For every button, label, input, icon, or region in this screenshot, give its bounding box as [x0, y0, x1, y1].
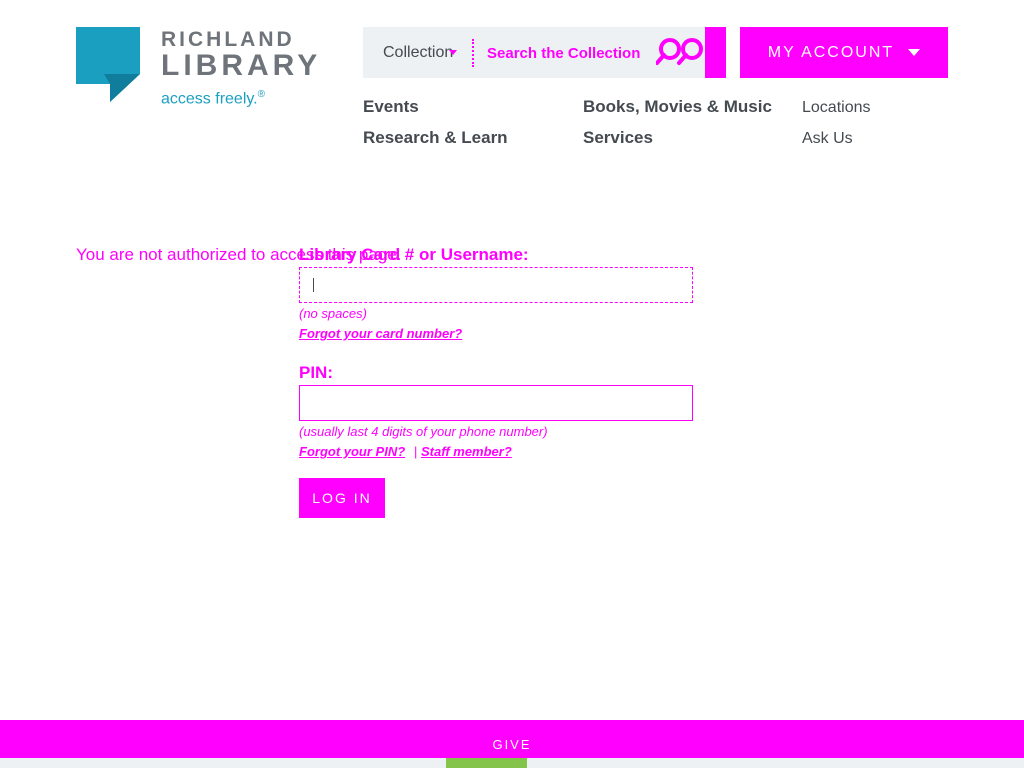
library-logo-icon — [76, 27, 140, 102]
search-scope-label: Collection — [383, 44, 454, 61]
nav-books-movies-music[interactable]: Books, Movies & Music — [583, 97, 772, 117]
text-cursor — [313, 278, 314, 292]
search-scope-select[interactable]: Collection — [383, 44, 458, 62]
nav-services[interactable]: Services — [583, 128, 653, 148]
card-number-label: Library Card # or Username: — [299, 245, 529, 264]
library-logo[interactable]: RICHLAND LIBRARY access freely.® — [76, 27, 326, 117]
give-accent — [446, 758, 527, 768]
forgot-pin-link[interactable]: Forgot your PIN? — [299, 444, 405, 459]
search-input[interactable] — [487, 41, 647, 65]
pin-label: PIN: — [299, 363, 333, 382]
give-label[interactable]: GIVE — [0, 737, 1024, 752]
my-account-label: MY ACCOUNT — [767, 43, 895, 61]
pin-input[interactable] — [299, 385, 693, 421]
search-divider — [472, 39, 474, 67]
log-in-button[interactable]: LOG IN — [299, 478, 385, 518]
caret-down-icon — [908, 49, 921, 56]
nav-events[interactable]: Events — [363, 97, 419, 117]
my-account-button[interactable]: MY ACCOUNT — [740, 27, 948, 78]
search-bar: Collection — [363, 27, 706, 78]
pin-hint: (usually last 4 digits of your phone num… — [299, 424, 548, 439]
card-number-input[interactable] — [299, 267, 693, 303]
nav-ask-us[interactable]: Ask Us — [802, 130, 853, 148]
search-submit-button[interactable] — [705, 27, 726, 78]
search-icon[interactable] — [656, 36, 708, 68]
nav-research-learn[interactable]: Research & Learn — [363, 128, 508, 148]
nav-locations[interactable]: Locations — [802, 99, 871, 117]
forgot-card-number-link[interactable]: Forgot your card number? — [299, 326, 462, 341]
logo-title-line2: LIBRARY — [161, 49, 322, 82]
card-number-hint: (no spaces) — [299, 306, 367, 321]
logo-tagline: access freely.® — [161, 89, 265, 108]
staff-member-link[interactable]: Staff member? — [421, 444, 512, 459]
link-separator: | — [414, 444, 418, 459]
caret-down-icon — [449, 50, 458, 55]
page: RICHLAND LIBRARY access freely.® Collect… — [0, 0, 1024, 768]
